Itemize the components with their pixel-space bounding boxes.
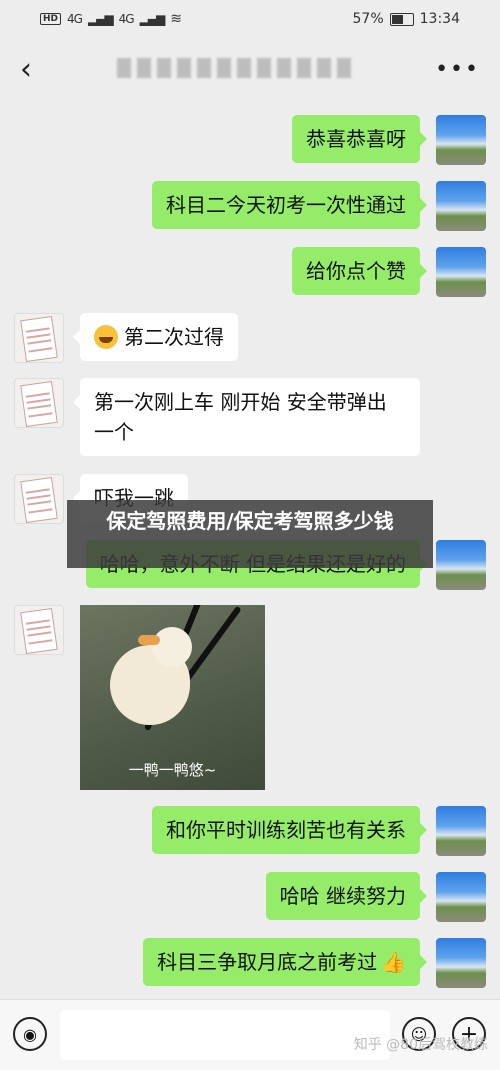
message-bubble[interactable]: 科目三争取月底之前考过 👍	[143, 938, 427, 986]
battery-percent: 57%	[352, 11, 384, 27]
chat-header: ‹ •••	[0, 38, 500, 100]
signal-icon: ▂▄▆	[87, 12, 114, 26]
network-1: 4G	[67, 12, 83, 26]
signal-icon: ▂▄▆	[139, 12, 166, 26]
overlay-banner: 保定驾照费用/保定考驾照多少钱	[67, 500, 433, 568]
avatar[interactable]	[436, 806, 486, 856]
sticker-caption: 一鸭一鸭悠~	[128, 761, 217, 779]
avatar[interactable]	[14, 313, 64, 363]
message-text: 第二次过得	[124, 325, 224, 349]
message-bubble[interactable]: 哈哈 继续努力	[265, 872, 428, 920]
avatar[interactable]	[436, 115, 486, 165]
back-icon[interactable]: ‹	[20, 52, 32, 87]
hd-badge: HD	[40, 13, 62, 25]
watermark: 知乎 @80后驾校教练	[353, 1037, 488, 1053]
status-bar: HD 4G ▂▄▆ 4G ▂▄▆ ≋ 57% 13:34	[0, 0, 500, 38]
blurred-chat-title	[92, 58, 375, 80]
avatar[interactable]	[436, 872, 486, 922]
message-bubble[interactable]: 恭喜恭喜呀	[292, 115, 427, 163]
more-icon[interactable]: •••	[435, 57, 480, 82]
battery-icon	[389, 12, 414, 26]
message-text: 科目三争取月底之前考过	[157, 950, 378, 974]
message-bubble[interactable]: 科目二今天初考一次性通过	[152, 181, 427, 229]
thumbs-up-icon: 👍	[381, 950, 406, 974]
input-bar: ◉ ☺ + 知乎 @80后驾校教练	[0, 999, 500, 1070]
avatar[interactable]	[436, 540, 486, 590]
message-bubble[interactable]: 第二次过得	[73, 313, 238, 361]
avatar[interactable]	[14, 474, 64, 524]
message-bubble[interactable]: 和你平时训练刻苦也有关系	[152, 806, 427, 854]
wifi-icon: ≋	[170, 11, 182, 27]
duck-sticker[interactable]: 一鸭一鸭悠~	[80, 605, 265, 790]
voice-icon[interactable]: ◉	[13, 1017, 47, 1051]
avatar[interactable]	[436, 181, 486, 231]
status-right: 57% 13:34	[353, 11, 460, 27]
avatar[interactable]	[436, 938, 486, 988]
message-bubble[interactable]: 第一次刚上车 刚开始 安全带弹出一个	[73, 378, 420, 456]
avatar[interactable]	[14, 378, 64, 428]
message-bubble[interactable]: 给你点个赞	[292, 247, 427, 295]
clock: 13:34	[419, 11, 460, 27]
avatar[interactable]	[14, 605, 64, 655]
message-input[interactable]	[60, 1010, 390, 1060]
status-left: HD 4G ▂▄▆ 4G ▂▄▆ ≋	[40, 11, 182, 27]
network-2: 4G	[118, 12, 135, 26]
avatar[interactable]	[436, 247, 486, 297]
laughing-emoji-icon	[94, 325, 118, 349]
